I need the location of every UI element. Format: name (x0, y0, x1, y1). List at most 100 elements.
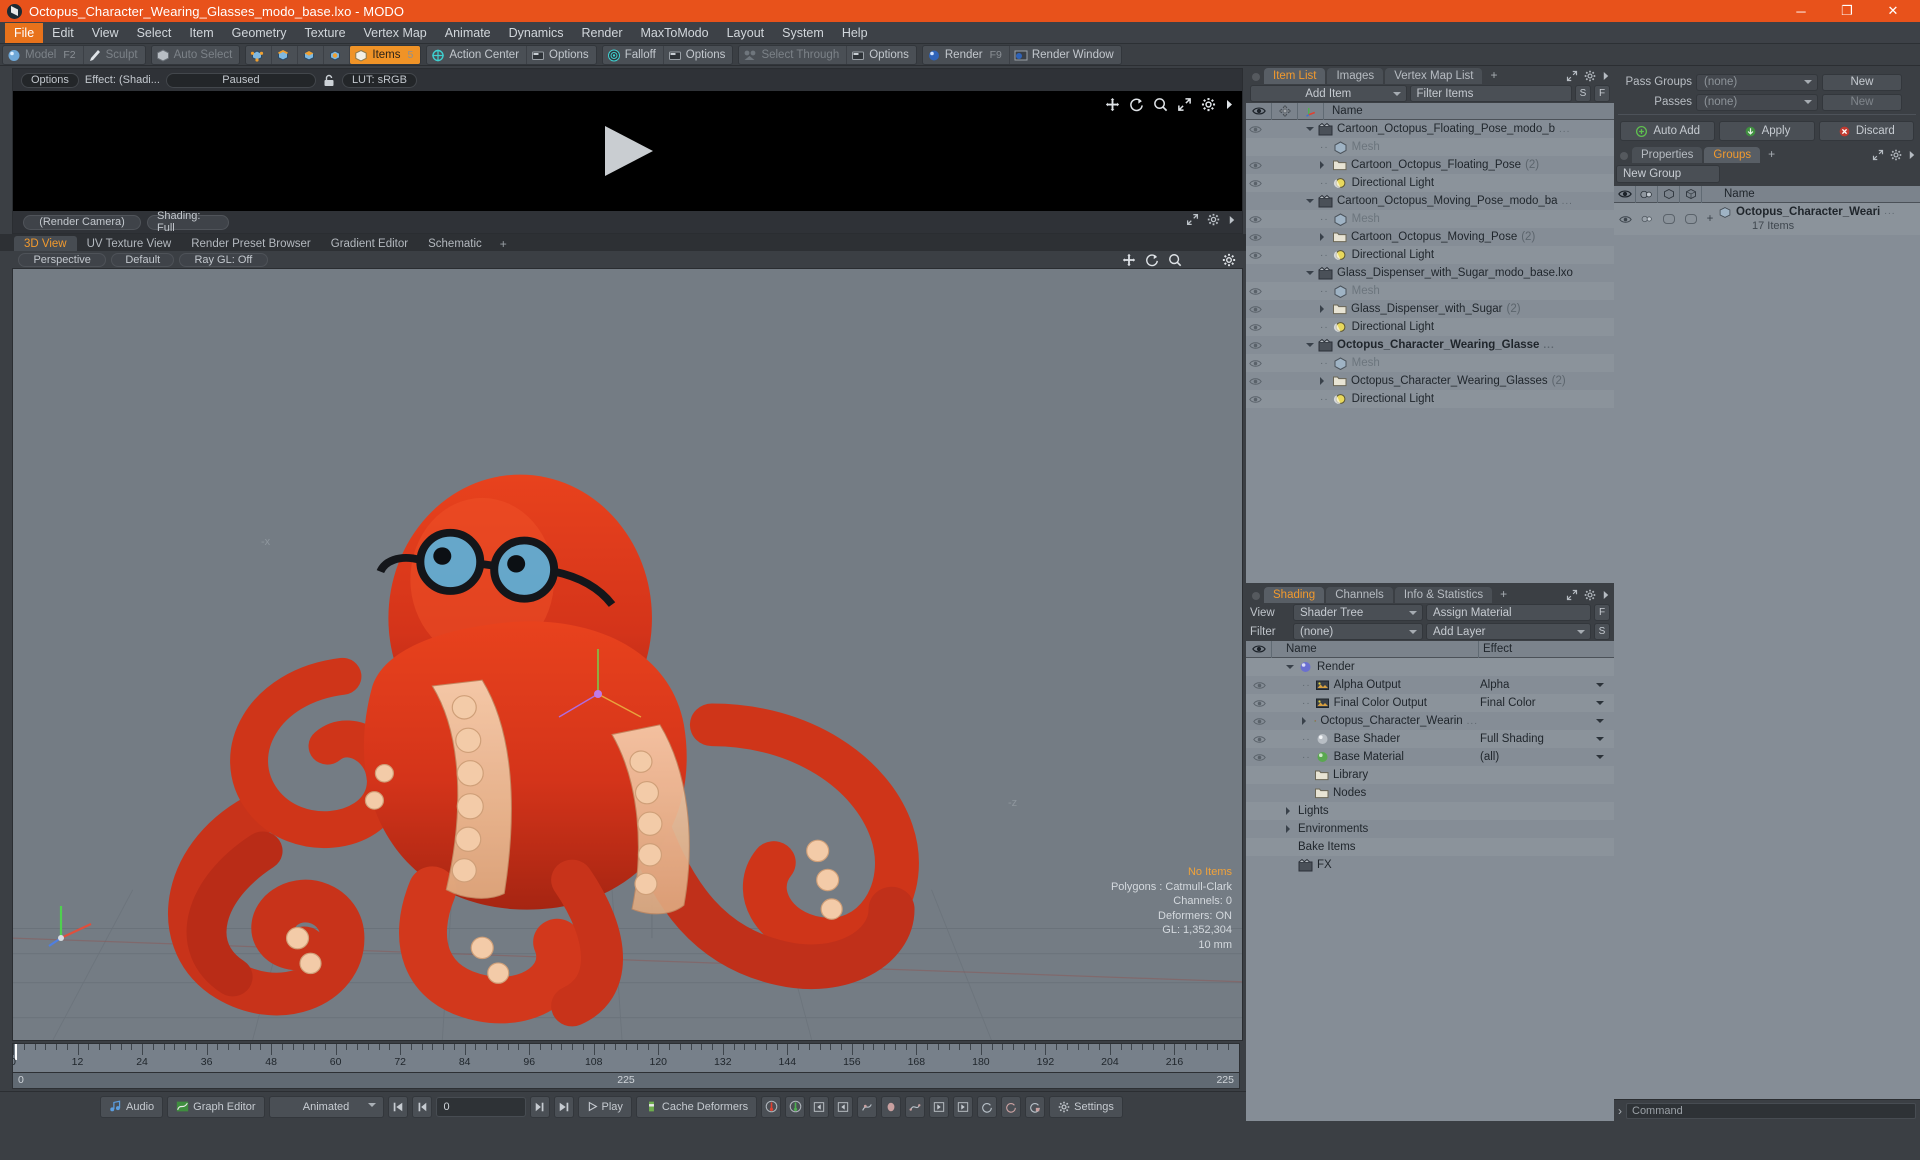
toolbar-options[interactable]: Options (664, 46, 733, 64)
groups-tab-groups[interactable]: Groups (1704, 147, 1761, 163)
key-red-button[interactable] (761, 1095, 782, 1118)
viewport-default[interactable]: Default (111, 252, 175, 267)
transform-gizmo[interactable] (553, 639, 643, 749)
chevron-right-icon[interactable] (1225, 99, 1234, 110)
shader-tree-row[interactable]: Nodes (1246, 784, 1614, 802)
step-forward-button[interactable] (529, 1095, 550, 1118)
expand-toggle-icon[interactable] (1320, 233, 1328, 241)
close-button[interactable]: ✕ (1870, 0, 1916, 22)
gear-icon[interactable] (1201, 97, 1216, 112)
menu-help[interactable]: Help (833, 23, 877, 43)
assign-material-button[interactable]: Assign Material (1426, 604, 1591, 621)
shading-filter-select[interactable]: (none) (1293, 623, 1423, 640)
eye-icon[interactable] (1248, 359, 1262, 368)
item-list-s-button[interactable]: S (1575, 85, 1591, 102)
eye-icon[interactable] (1252, 735, 1266, 744)
toolbar-items[interactable]: Items 5 (350, 46, 421, 64)
eye-icon[interactable] (1248, 161, 1262, 170)
viewport-tab-render-preset-browser[interactable]: Render Preset Browser (181, 236, 321, 251)
animation-mode-select[interactable]: Animated (268, 1095, 384, 1118)
new-group-button[interactable]: New Group (1616, 165, 1720, 183)
item-list-row[interactable]: ·· Directional Light (1246, 390, 1614, 408)
col-cube2-icon[interactable] (1680, 185, 1702, 203)
menu-select[interactable]: Select (128, 23, 181, 43)
chevron-right-icon[interactable] (1602, 590, 1610, 600)
shader-tree-row[interactable]: Render (1246, 658, 1614, 676)
toolbar-options[interactable]: Options (847, 46, 916, 64)
item-list-row[interactable]: Cartoon_Octopus_Moving_Pose (2) (1246, 228, 1614, 246)
play-button[interactable]: Play (577, 1095, 632, 1118)
3d-viewport[interactable]: -x -z No Items Polygons : Catmull-Clark … (12, 268, 1243, 1041)
timeline-ruler[interactable]: 0 12 24 36 48 60 72 84 96 108 120 132 144 156 168 180 19… (12, 1043, 1240, 1073)
fit-icon[interactable] (1177, 97, 1192, 112)
menu-vertex-map[interactable]: Vertex Map (355, 23, 436, 43)
graph-editor-button[interactable]: Graph Editor (167, 1095, 265, 1118)
add-layer-button[interactable]: Add Layer (1426, 623, 1591, 640)
add-item-button[interactable]: Add Item (1250, 85, 1407, 102)
gear-icon[interactable] (1584, 70, 1596, 82)
toolbar-sculpt[interactable]: Sculpt (84, 46, 145, 64)
collapse-toggle-icon[interactable] (1306, 270, 1314, 279)
maximize-button[interactable]: ❐ (1824, 0, 1870, 22)
group-cube-toggle[interactable] (1658, 214, 1680, 224)
cycle3-button[interactable] (1025, 1095, 1046, 1118)
group-eye-toggle[interactable] (1614, 215, 1636, 224)
rotate-icon[interactable] (1145, 253, 1159, 267)
collapse-toggle-icon[interactable] (1306, 342, 1314, 351)
eye-icon[interactable] (1252, 681, 1266, 690)
shader-tree-row[interactable]: ·· Base Shader Full Shading (1246, 730, 1614, 748)
shading-tab-shading[interactable]: Shading (1264, 587, 1325, 603)
eye-icon[interactable] (1248, 287, 1262, 296)
fit-icon[interactable] (1872, 149, 1884, 161)
cycle2-button[interactable] (1001, 1095, 1022, 1118)
row-effect-select[interactable] (1478, 714, 1608, 729)
col-cube-icon[interactable] (1658, 185, 1680, 203)
menu-file[interactable]: File (5, 22, 44, 43)
item-list-row[interactable]: ·· Mesh (1246, 210, 1614, 228)
eye-icon[interactable] (1252, 699, 1266, 708)
collapse-toggle-icon[interactable] (1286, 664, 1294, 673)
render-status-button[interactable]: Paused (165, 72, 316, 88)
groups-tab-properties[interactable]: Properties (1632, 147, 1703, 163)
toolbar-model[interactable]: Model F2 (3, 46, 84, 64)
shader-tree-select[interactable]: Shader Tree (1293, 604, 1423, 621)
item-list-row[interactable]: ·· Mesh (1246, 282, 1614, 300)
item-list-row[interactable]: ·· Directional Light (1246, 174, 1614, 192)
group-expand-plus[interactable]: + (1702, 213, 1718, 225)
shader-tree-row[interactable]: Library (1246, 766, 1614, 784)
fit-icon[interactable] (1186, 213, 1199, 226)
row-effect-select[interactable]: Full Shading (1478, 732, 1608, 747)
toolbar-options[interactable]: Options (527, 46, 596, 64)
shading-tab-channels[interactable]: Channels (1326, 587, 1393, 603)
pass-groups-new-button[interactable]: New (1822, 73, 1902, 91)
prev-key-button[interactable] (809, 1095, 830, 1118)
chevron-down-icon[interactable] (1409, 630, 1417, 638)
eye-icon[interactable] (1248, 233, 1262, 242)
groups-tab-add[interactable]: + (1762, 147, 1781, 163)
panel-handle-icon[interactable] (1252, 592, 1260, 600)
item-list-row[interactable]: ·· Directional Light (1246, 246, 1614, 264)
row-eye-toggle[interactable] (1246, 287, 1264, 296)
col-eye-icon[interactable] (1246, 640, 1272, 658)
passes-select[interactable]: (none) (1696, 93, 1818, 111)
eye-icon[interactable] (1248, 341, 1262, 350)
gear-icon[interactable] (1207, 213, 1220, 226)
row-eye-toggle[interactable] (1246, 323, 1264, 332)
eye-icon[interactable] (1248, 251, 1262, 260)
eye-icon[interactable] (1248, 323, 1262, 332)
toolbar-edge-icon[interactable] (272, 46, 299, 64)
groups-tree[interactable]: + Octopus_Character_Weari ... 17 Items (1614, 203, 1920, 1099)
chevron-down-icon[interactable] (1409, 611, 1417, 619)
pan-icon[interactable] (1105, 97, 1120, 112)
menu-render[interactable]: Render (573, 23, 632, 43)
item-list-row[interactable]: Glass_Dispenser_with_Sugar_modo_base.lxo (1246, 264, 1614, 282)
shader-tree-row[interactable]: FX (1246, 856, 1614, 874)
item-list-row[interactable]: Glass_Dispenser_with_Sugar (2) (1246, 300, 1614, 318)
ellipse-button[interactable] (881, 1095, 902, 1118)
next-key2-button[interactable] (953, 1095, 974, 1118)
row-eye-toggle[interactable] (1246, 341, 1264, 350)
viewport-ray-gl-off[interactable]: Ray GL: Off (179, 252, 268, 267)
row-eye-toggle[interactable] (1246, 395, 1264, 404)
toolbar-polygon-icon[interactable] (298, 46, 325, 64)
menu-layout[interactable]: Layout (718, 23, 774, 43)
